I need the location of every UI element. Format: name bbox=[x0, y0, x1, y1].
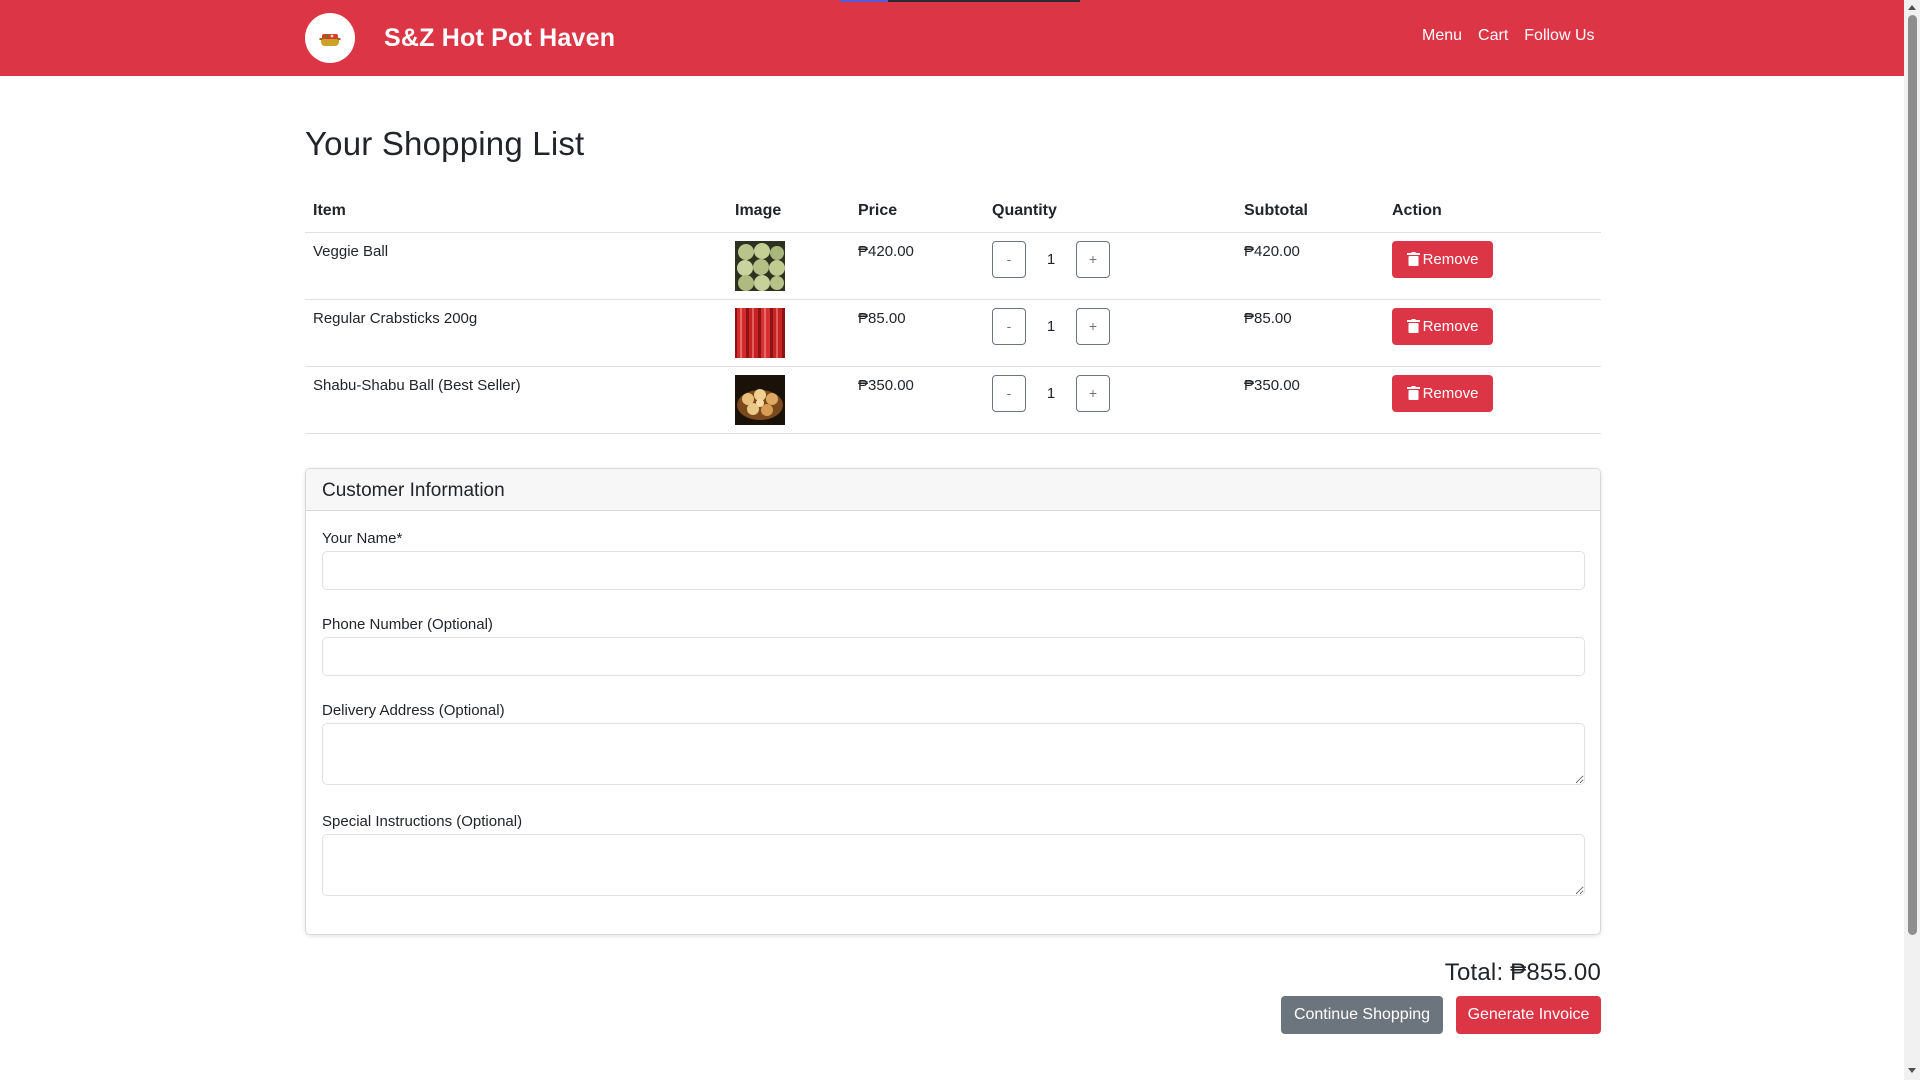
column-header-subtotal: Subtotal bbox=[1236, 191, 1384, 233]
table-row: Shabu-Shabu Ball (Best Seller) ₱350.00 -… bbox=[305, 366, 1601, 434]
customer-information-card: Customer Information Your Name* Phone Nu… bbox=[305, 468, 1601, 935]
item-subtotal: ₱350.00 bbox=[1244, 376, 1300, 394]
quantity-value: 1 bbox=[1046, 250, 1056, 268]
column-header-action: Action bbox=[1384, 191, 1601, 233]
item-subtotal: ₱420.00 bbox=[1244, 242, 1300, 260]
quantity-stepper: - 1 + bbox=[992, 240, 1228, 278]
instructions-label: Special Instructions (Optional) bbox=[322, 813, 523, 830]
table-row: Regular Crabsticks 200g ₱85.00 - 1 + ₱85… bbox=[305, 299, 1601, 367]
scroll-up-icon[interactable] bbox=[1908, 5, 1916, 10]
cart-total: Total: ₱855.00 bbox=[1444, 959, 1601, 986]
crabsticks-image bbox=[735, 307, 785, 358]
main-content: Your Shopping List Item Image Price Quan… bbox=[305, 125, 1601, 1034]
column-header-item: Item bbox=[305, 191, 727, 233]
delivery-address-field[interactable] bbox=[322, 723, 1585, 785]
decrease-quantity-button[interactable]: - bbox=[992, 307, 1026, 345]
column-header-quantity: Quantity bbox=[984, 191, 1236, 233]
brand[interactable]: S&Z Hot Pot Haven bbox=[305, 13, 615, 63]
nav-menu[interactable]: Menu bbox=[1422, 27, 1462, 45]
veggie-ball-image bbox=[735, 240, 785, 291]
shabu-ball-image bbox=[735, 374, 785, 425]
cart-actions: Continue Shopping Generate Invoice bbox=[1281, 996, 1601, 1034]
item-price: ₱420.00 bbox=[858, 242, 914, 260]
customer-information-title: Customer Information bbox=[306, 469, 1600, 511]
item-name: Veggie Ball bbox=[313, 242, 389, 260]
hot-pot-logo-icon bbox=[305, 13, 355, 63]
column-header-image: Image bbox=[727, 191, 850, 233]
remove-button[interactable]: Remove bbox=[1392, 374, 1493, 412]
increase-quantity-button[interactable]: + bbox=[1076, 240, 1110, 278]
name-label: Your Name* bbox=[322, 530, 403, 547]
main-nav: Menu Cart Follow Us bbox=[1422, 27, 1595, 45]
increase-quantity-button[interactable]: + bbox=[1076, 307, 1110, 345]
remove-button-label: Remove bbox=[1422, 317, 1479, 335]
decrease-quantity-button[interactable]: - bbox=[992, 374, 1026, 412]
item-price: ₱85.00 bbox=[858, 309, 906, 327]
phone-field[interactable] bbox=[322, 637, 1585, 676]
quantity-value: 1 bbox=[1046, 384, 1056, 402]
item-subtotal: ₱85.00 bbox=[1244, 309, 1292, 327]
quantity-value: 1 bbox=[1046, 317, 1056, 335]
phone-label: Phone Number (Optional) bbox=[322, 616, 493, 633]
generate-invoice-button[interactable]: Generate Invoice bbox=[1456, 996, 1601, 1034]
trash-icon bbox=[1406, 252, 1420, 266]
nav-follow-us[interactable]: Follow Us bbox=[1524, 27, 1594, 45]
special-instructions-field[interactable] bbox=[322, 834, 1585, 896]
cart-table: Item Image Price Quantity Subtotal Actio… bbox=[305, 191, 1601, 434]
trash-icon bbox=[1406, 386, 1420, 400]
page-scrollbar[interactable] bbox=[1904, 0, 1920, 1080]
nav-cart[interactable]: Cart bbox=[1478, 27, 1508, 45]
item-name: Shabu-Shabu Ball (Best Seller) bbox=[313, 376, 521, 394]
table-row: Veggie Ball ₱420.00 - 1 + ₱420.00 Remove bbox=[305, 232, 1601, 300]
page-load-progress bbox=[840, 0, 1080, 2]
continue-shopping-button[interactable]: Continue Shopping bbox=[1281, 996, 1443, 1034]
navbar: S&Z Hot Pot Haven Menu Cart Follow Us bbox=[0, 0, 1904, 76]
table-header-row: Item Image Price Quantity Subtotal Actio… bbox=[305, 191, 1601, 233]
remove-button-label: Remove bbox=[1422, 250, 1479, 268]
decrease-quantity-button[interactable]: - bbox=[992, 240, 1026, 278]
item-name: Regular Crabsticks 200g bbox=[313, 309, 478, 327]
item-price: ₱350.00 bbox=[858, 376, 914, 394]
remove-button-label: Remove bbox=[1422, 384, 1479, 402]
quantity-stepper: - 1 + bbox=[992, 307, 1228, 345]
brand-title: S&Z Hot Pot Haven bbox=[384, 23, 616, 52]
scroll-down-icon[interactable] bbox=[1908, 1068, 1916, 1073]
scrollbar-thumb[interactable] bbox=[1908, 15, 1917, 935]
remove-button[interactable]: Remove bbox=[1392, 307, 1493, 345]
quantity-stepper: - 1 + bbox=[992, 374, 1228, 412]
address-label: Delivery Address (Optional) bbox=[322, 702, 505, 719]
remove-button[interactable]: Remove bbox=[1392, 240, 1493, 278]
trash-icon bbox=[1406, 319, 1420, 333]
increase-quantity-button[interactable]: + bbox=[1076, 374, 1110, 412]
name-field[interactable] bbox=[322, 551, 1585, 590]
column-header-price: Price bbox=[850, 191, 984, 233]
page-title: Your Shopping List bbox=[305, 125, 585, 162]
customer-form: Your Name* Phone Number (Optional) Deliv… bbox=[306, 511, 1600, 896]
